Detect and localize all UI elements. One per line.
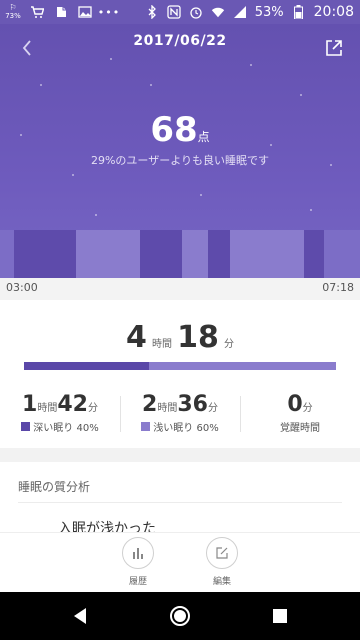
nav-back-button[interactable] (68, 604, 92, 628)
more-dots-icon: ••• (97, 5, 121, 19)
nfc-icon (167, 5, 181, 19)
light-sleep-segment (76, 230, 140, 278)
back-triangle-icon (74, 608, 86, 624)
nav-home-button[interactable] (168, 604, 192, 628)
score-comparison: 29%のユーザーよりも良い睡眠です (90, 154, 269, 167)
divider (18, 502, 342, 503)
sleep-hero-panel: 2017/06/22 68点 29%のユーザーよりも良い睡眠です (0, 24, 360, 278)
analysis-title: 睡眠の質分析 (18, 480, 91, 494)
total-minutes: 18 (177, 320, 219, 355)
light-sleep-segment (182, 230, 208, 278)
sleep-score: 68点 (0, 110, 360, 150)
total-hours-unit: 時間 (152, 339, 173, 350)
light-legend-swatch (141, 422, 151, 431)
bluetooth-icon (145, 5, 159, 19)
step-badge-icon: ⚐ 73% (5, 3, 21, 21)
deep-sleep-segment (208, 230, 230, 278)
deep-label: 深い眠り 40% (33, 423, 99, 434)
edit-label: 編集 (212, 577, 231, 587)
score-value: 68 (150, 110, 198, 150)
light-minutes: 36 (177, 392, 208, 417)
system-nav-bar (0, 592, 360, 640)
wifi-icon (211, 5, 225, 19)
deep-sleep-segment (140, 230, 182, 278)
light-label: 浅い眠り 60% (153, 423, 219, 434)
share-button[interactable] (322, 36, 346, 60)
light-hours-unit: 時間 (157, 403, 178, 414)
total-hours: 4 (126, 320, 147, 355)
bar-chart-icon (122, 537, 154, 569)
step-badge-value: 73% (5, 12, 21, 20)
recents-square-icon (273, 609, 287, 623)
status-bar: ⚐ 73% ••• 53% 20:08 (0, 0, 360, 24)
total-sleep-duration: 4 時間 18 分 (0, 320, 360, 355)
sleep-ratio-bar (24, 362, 336, 370)
sleep-end-time: 07:18 (322, 281, 354, 294)
evernote-icon (54, 5, 68, 19)
awake-minutes-unit: 分 (302, 403, 313, 414)
sleep-start-time: 03:00 (6, 281, 38, 294)
history-tab[interactable]: 履歴 (108, 537, 168, 587)
deep-minutes-unit: 分 (87, 403, 98, 414)
sleep-quality-analysis[interactable]: 睡眠の質分析 入眠が浅かった (0, 462, 360, 532)
sleep-summary: 4 時間 18 分 1時間42分 深い眠り 40% 2時間36分 浅い眠り 60… (0, 300, 360, 448)
awake-label: 覚醒時間 (280, 423, 320, 434)
status-right: 53% 20:08 (145, 4, 354, 20)
bottom-action-bar: 履歴 編集 (0, 532, 360, 592)
time-axis: 03:00 07:18 (0, 278, 360, 300)
deep-sleep-stat: 1時間42分 深い眠り 40% (0, 392, 120, 440)
deep-hours: 1 (22, 392, 38, 417)
deep-legend-swatch (21, 422, 31, 431)
battery-icon (292, 5, 306, 19)
light-minutes-unit: 分 (207, 403, 218, 414)
battery-percent: 53% (254, 4, 284, 20)
light-sleep-segment (230, 230, 304, 278)
nav-recents-button[interactable] (268, 604, 292, 628)
deep-minutes: 42 (57, 392, 88, 417)
analysis-peek-text: 入眠が浅かった (58, 521, 156, 532)
light-sleep-stat: 2時間36分 浅い眠り 60% (120, 392, 240, 440)
section-gap (0, 448, 360, 462)
alarm-icon (189, 5, 203, 19)
image-icon (78, 5, 92, 19)
signal-icon (233, 5, 247, 19)
awake-stat: 0分 覚醒時間 (240, 392, 360, 440)
deep-sleep-segment (14, 230, 76, 278)
share-icon (326, 40, 342, 56)
total-minutes-unit: 分 (223, 339, 234, 350)
score-unit: 点 (197, 130, 210, 144)
edit-icon (206, 537, 238, 569)
deep-sleep-fill (24, 362, 149, 370)
deep-sleep-segment (304, 230, 324, 278)
deep-hours-unit: 時間 (37, 403, 58, 414)
awake-minutes: 0 (287, 392, 303, 417)
clock-time: 20:08 (313, 4, 354, 20)
edit-tab[interactable]: 編集 (192, 537, 252, 587)
date-title: 2017/06/22 (133, 33, 227, 49)
light-hours: 2 (142, 392, 158, 417)
status-left: ⚐ 73% ••• (5, 3, 121, 21)
home-circle-icon (170, 606, 190, 626)
sleep-breakdown: 1時間42分 深い眠り 40% 2時間36分 浅い眠り 60% 0分 覚醒時間 (0, 392, 360, 440)
sleep-stage-chart (0, 230, 360, 278)
history-label: 履歴 (128, 577, 147, 587)
cart-icon (30, 5, 44, 19)
